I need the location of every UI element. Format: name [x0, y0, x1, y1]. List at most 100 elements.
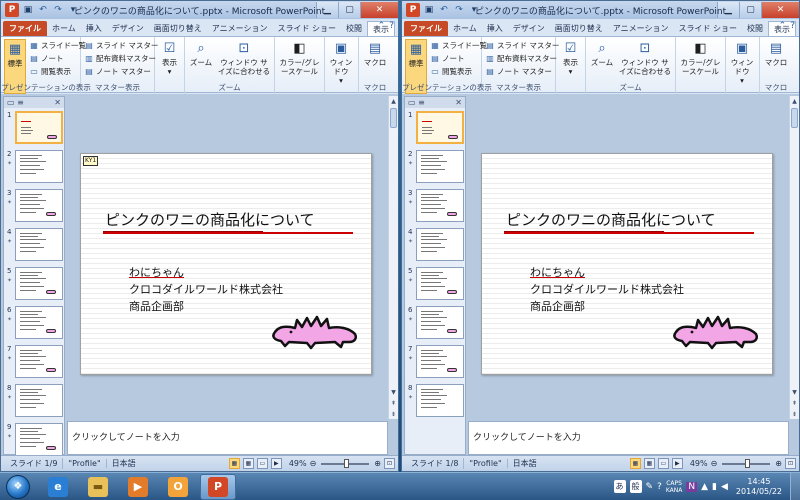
powerpoint-logo-icon[interactable]: P — [5, 3, 19, 17]
tab-home[interactable]: ホーム — [47, 21, 81, 36]
previous-slide-icon[interactable]: ⇞ — [389, 398, 398, 408]
help-icon[interactable]: ? — [389, 21, 394, 31]
slide-thumbnail[interactable] — [416, 384, 464, 417]
color-grayscale-button[interactable]: ◧ カラー/グレースケール — [278, 39, 321, 94]
slide-thumbnail-row[interactable]: 4 ✦ — [4, 225, 64, 264]
slide-thumbnail-row[interactable]: 6 ✦ — [405, 303, 465, 342]
notes-pane[interactable]: クリックしてノートを入力 — [468, 421, 789, 455]
status-theme[interactable]: "Profile" — [464, 459, 508, 468]
slide-thumbnail-row[interactable]: 1 — [405, 108, 465, 147]
zoom-slider-knob[interactable] — [744, 458, 750, 468]
maximize-button[interactable]: ▢ — [338, 2, 360, 18]
slide-sorter-button[interactable]: ▦ スライド一覧 — [29, 39, 86, 51]
show-button[interactable]: ☑ 表示 ▾ — [559, 39, 582, 94]
color-grayscale-button[interactable]: ◧ カラー/グレースケール — [679, 39, 722, 94]
slide-tag[interactable]: KY1 — [83, 156, 99, 166]
slide-sorter-status-icon[interactable]: ▦ — [643, 458, 655, 469]
undo-icon[interactable]: ↶ — [438, 4, 450, 16]
pink-crocodile-image[interactable] — [670, 312, 762, 350]
zoom-in-icon[interactable]: ⊕ — [775, 459, 782, 468]
taskbar-media-player[interactable]: ▶ — [120, 474, 156, 500]
help-icon[interactable]: ? — [657, 482, 662, 492]
slide-thumbnail[interactable] — [15, 306, 63, 339]
reading-view-button[interactable]: ▭ 閲覧表示 — [29, 65, 86, 77]
ime-mode-indicator[interactable]: あ — [613, 480, 626, 493]
powerpoint-logo-icon[interactable]: P — [406, 3, 420, 17]
tab-insert[interactable]: 挿入 — [81, 21, 107, 36]
slide-body-text[interactable]: わにちゃん クロコダイルワールド株式会社 商品企画部 — [129, 264, 283, 315]
next-slide-icon[interactable]: ⇟ — [389, 409, 398, 419]
slide-thumbnail[interactable] — [15, 111, 63, 144]
next-slide-icon[interactable]: ⇟ — [790, 409, 799, 419]
slide-master-button[interactable]: ▤ スライド マスター — [84, 39, 158, 51]
slide-master-button[interactable]: ▤ スライド マスター — [485, 39, 559, 51]
save-icon[interactable]: ▣ — [22, 4, 34, 16]
save-icon[interactable]: ▣ — [423, 4, 435, 16]
slide-thumbnail[interactable] — [416, 228, 464, 261]
slide-thumbnail-row[interactable]: 8 ✦ — [405, 381, 465, 420]
slide-thumbnail-row[interactable]: 5 ✦ — [4, 264, 64, 303]
taskbar-powerpoint[interactable]: P — [200, 473, 236, 500]
help-icon[interactable]: ? — [790, 21, 795, 31]
normal-view-status-icon[interactable]: ▦ — [629, 458, 641, 469]
close-panel-icon[interactable]: ✕ — [54, 98, 61, 107]
slide-sorter-button[interactable]: ▦ スライド一覧 — [430, 39, 487, 51]
onenote-icon[interactable]: N — [686, 481, 698, 492]
tab-file[interactable]: ファイル — [404, 21, 448, 36]
maximize-button[interactable]: ▢ — [739, 2, 761, 18]
close-button[interactable]: ✕ — [360, 2, 398, 18]
zoom-in-icon[interactable]: ⊕ — [374, 459, 381, 468]
slide-thumbnail-row[interactable]: 1 — [4, 108, 64, 147]
reading-view-button[interactable]: ▭ 閲覧表示 — [430, 65, 487, 77]
notes-page-button[interactable]: ▤ ノート — [29, 52, 86, 64]
slide-thumbnail-row[interactable]: 7 ✦ — [4, 342, 64, 381]
slide-thumbnail-row[interactable]: 5 ✦ — [405, 264, 465, 303]
tab-insert[interactable]: 挿入 — [482, 21, 508, 36]
zoom-level[interactable]: 49% — [690, 459, 708, 468]
taskbar-outlook[interactable]: O — [160, 474, 196, 500]
slide-thumbnail-row[interactable]: 4 ✦ — [405, 225, 465, 264]
tab-animations[interactable]: アニメーション — [608, 21, 674, 36]
scroll-up-icon[interactable]: ▲ — [389, 96, 398, 106]
slide-thumbnail-row[interactable]: 7 ✦ — [405, 342, 465, 381]
slide-canvas[interactable]: ピンクのワニの商品化について わにちゃん クロコダイルワールド株式会社 商品企画… — [481, 153, 773, 375]
tab-home[interactable]: ホーム — [448, 21, 482, 36]
clock[interactable]: 14:45 2014/05/22 — [732, 477, 786, 497]
tab-animations[interactable]: アニメーション — [207, 21, 273, 36]
minimize-button[interactable]: ▁ — [717, 2, 739, 18]
powerpoint-window-2[interactable]: P ▣ ↶ ↷ ▾ ピンクのワニの商品化について.pptx - Microsof… — [401, 0, 800, 472]
notes-master-button[interactable]: ▤ ノート マスター — [84, 65, 158, 77]
tab-slideshow[interactable]: スライド ショー — [673, 21, 742, 36]
panel-tabs-icon[interactable]: ▭ ≡ — [408, 98, 425, 107]
title-bar[interactable]: P ▣ ↶ ↷ ▾ ピンクのワニの商品化について.pptx - Microsof… — [1, 1, 398, 19]
tab-design[interactable]: デザイン — [508, 21, 550, 36]
scroll-down-icon[interactable]: ▼ — [790, 387, 799, 397]
slide-thumbnail[interactable] — [15, 423, 63, 456]
status-slide-number[interactable]: スライド 1/9 — [5, 458, 64, 469]
handout-master-button[interactable]: ▥ 配布資料マスター — [84, 52, 158, 64]
slide-canvas[interactable]: KY1 ピンクのワニの商品化について わにちゃん クロコダイルワールド株式会社 … — [80, 153, 372, 375]
tab-file[interactable]: ファイル — [3, 21, 47, 36]
handout-master-button[interactable]: ▥ 配布資料マスター — [485, 52, 559, 64]
slideshow-status-icon[interactable]: ▶ — [270, 458, 282, 469]
zoom-out-icon[interactable]: ⊖ — [711, 459, 718, 468]
notes-page-button[interactable]: ▤ ノート — [430, 52, 487, 64]
undo-icon[interactable]: ↶ — [37, 4, 49, 16]
scroll-up-icon[interactable]: ▲ — [790, 96, 799, 106]
tab-transitions[interactable]: 画面切り替え — [550, 21, 608, 36]
slide-thumbnail[interactable] — [416, 150, 464, 183]
zoom-slider[interactable] — [321, 458, 370, 468]
slide-thumbnail[interactable] — [15, 267, 63, 300]
fit-slide-status-icon[interactable]: ⊡ — [384, 458, 395, 469]
status-slide-number[interactable]: スライド 1/8 — [406, 458, 465, 469]
panel-tabs-icon[interactable]: ▭ ≡ — [7, 98, 24, 107]
window-button[interactable]: ▣ ウィンドウ ▾ — [328, 39, 354, 94]
powerpoint-window-1[interactable]: P ▣ ↶ ↷ ▾ ピンクのワニの商品化について.pptx - Microsof… — [0, 0, 399, 472]
scroll-thumb[interactable] — [791, 108, 798, 128]
slide-thumbnail[interactable] — [15, 189, 63, 222]
normal-view-status-icon[interactable]: ▦ — [228, 458, 240, 469]
notes-pane[interactable]: クリックしてノートを入力 — [67, 421, 388, 455]
ime-kana-indicator[interactable]: 般 — [629, 480, 642, 493]
slide-thumbnail-row[interactable]: 9 ✦ — [4, 420, 64, 459]
slide-thumbnail[interactable] — [416, 267, 464, 300]
